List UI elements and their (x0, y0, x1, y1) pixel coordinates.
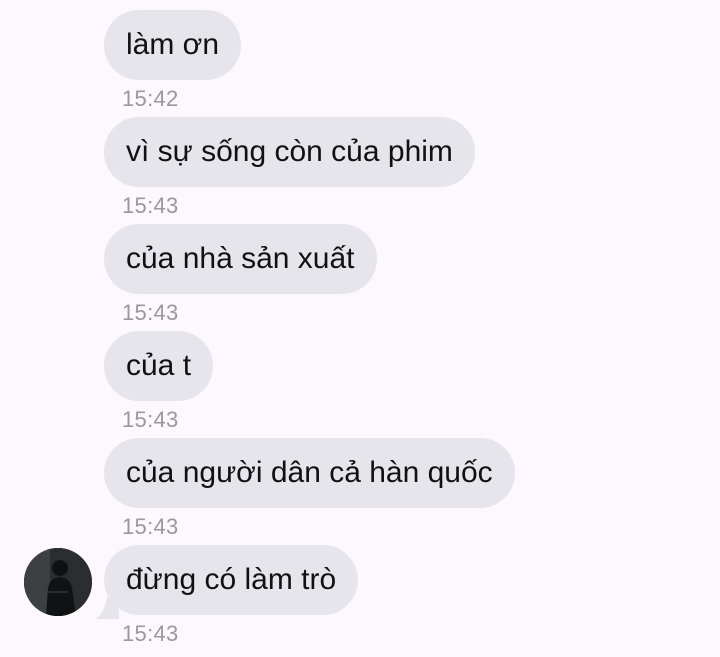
message-timestamp: 15:43 (122, 514, 179, 539)
contact-avatar[interactable] (24, 548, 92, 616)
message-bubble[interactable]: của t (104, 331, 214, 401)
message-text: làm ơn (126, 28, 220, 61)
message-text: vì sự sống còn của phim (126, 135, 453, 168)
message-bubble[interactable]: của nhà sản xuất (104, 224, 377, 294)
message-timestamp: 15:43 (122, 621, 179, 646)
message-timestamp: 15:43 (122, 193, 179, 218)
chat-thread: làm ơn 15:42 vì sự sống còn của phim 15:… (0, 0, 720, 657)
person-silhouette-icon (24, 548, 92, 616)
message-row: đừng có làm trò 15:43 (0, 545, 720, 652)
message-row: của người dân cả hàn quốc 15:43 (0, 438, 720, 545)
message-timestamp: 15:43 (122, 407, 179, 432)
message-text: của nhà sản xuất (126, 242, 355, 275)
message-text: đừng có làm trò (126, 563, 337, 596)
message-timestamp: 15:43 (122, 300, 179, 325)
message-bubble[interactable]: làm ơn (104, 10, 242, 80)
message-text: của t (126, 349, 192, 382)
message-bubble[interactable]: đừng có làm trò (104, 545, 359, 615)
message-text: của người dân cả hàn quốc (126, 456, 493, 489)
message-timestamp: 15:42 (122, 86, 179, 111)
message-row: của nhà sản xuất 15:43 (0, 224, 720, 331)
message-bubble[interactable]: của người dân cả hàn quốc (104, 438, 515, 508)
message-row: vì sự sống còn của phim 15:43 (0, 117, 720, 224)
message-bubble[interactable]: vì sự sống còn của phim (104, 117, 475, 187)
message-row: làm ơn 15:42 (0, 10, 720, 117)
message-row: của t 15:43 (0, 331, 720, 438)
